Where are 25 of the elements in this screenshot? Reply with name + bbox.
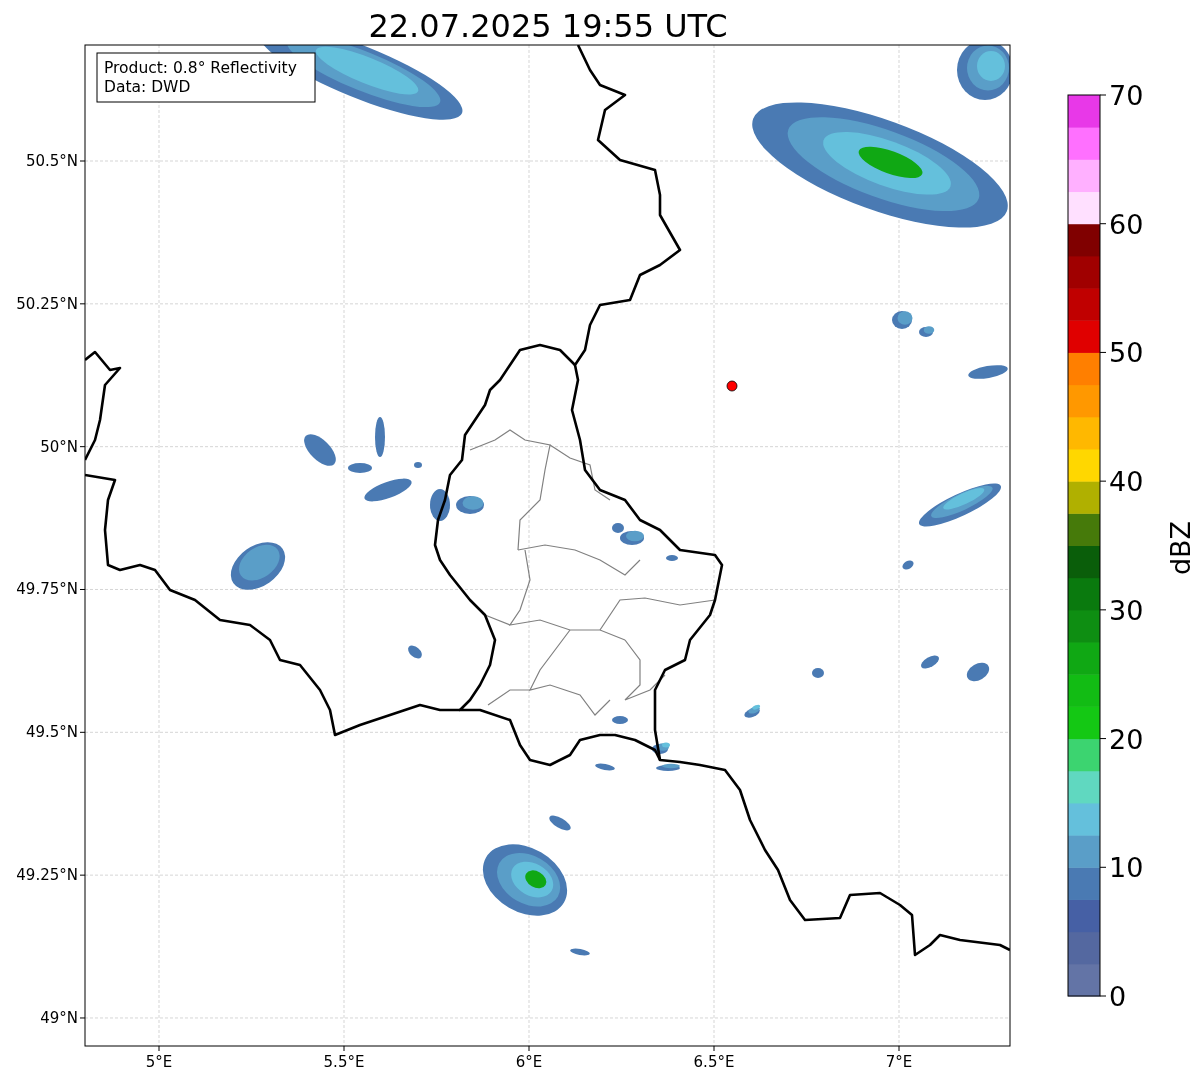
colorbar-tick-label: 50 [1109, 337, 1144, 369]
info-text: Product: 0.8° Reflectivity [104, 59, 297, 77]
latitude-label: 50°N [40, 437, 78, 456]
colorbar-label: dBZ [1165, 520, 1196, 576]
latitude-label: 49°N [40, 1009, 78, 1027]
longitude-label: 5.5°E [323, 1053, 365, 1071]
latitude-label: 49.75°N [16, 580, 78, 599]
colorbar-tick-label: 10 [1109, 852, 1144, 884]
colorbar-tick-label: 40 [1109, 466, 1144, 498]
longitude-label: 6°E [515, 1053, 543, 1071]
longitude-label: 7°E [885, 1053, 913, 1071]
latitude-label: 49.25°N [16, 866, 78, 885]
latitude-label: 49.5°N [25, 723, 78, 742]
colorbar-tick-label: 60 [1109, 208, 1144, 240]
chart-title: 22.07.2025 19:55 UTC [368, 7, 728, 45]
latitude-label: 50.25°N [16, 294, 78, 313]
info-text: Data: DWD [104, 78, 191, 96]
colorbar-tick-label: 30 [1109, 594, 1144, 626]
colorbar-tick-label: 0 [1109, 981, 1127, 1012]
latitude-label: 50.5°N [25, 152, 78, 170]
colorbar-tick-label: 20 [1109, 723, 1144, 755]
location-marker [726, 380, 738, 392]
longitude-label: 5°E [145, 1053, 173, 1071]
colorbar-tick-label: 70 [1109, 80, 1144, 111]
longitude-label: 6.5°E [693, 1053, 735, 1071]
